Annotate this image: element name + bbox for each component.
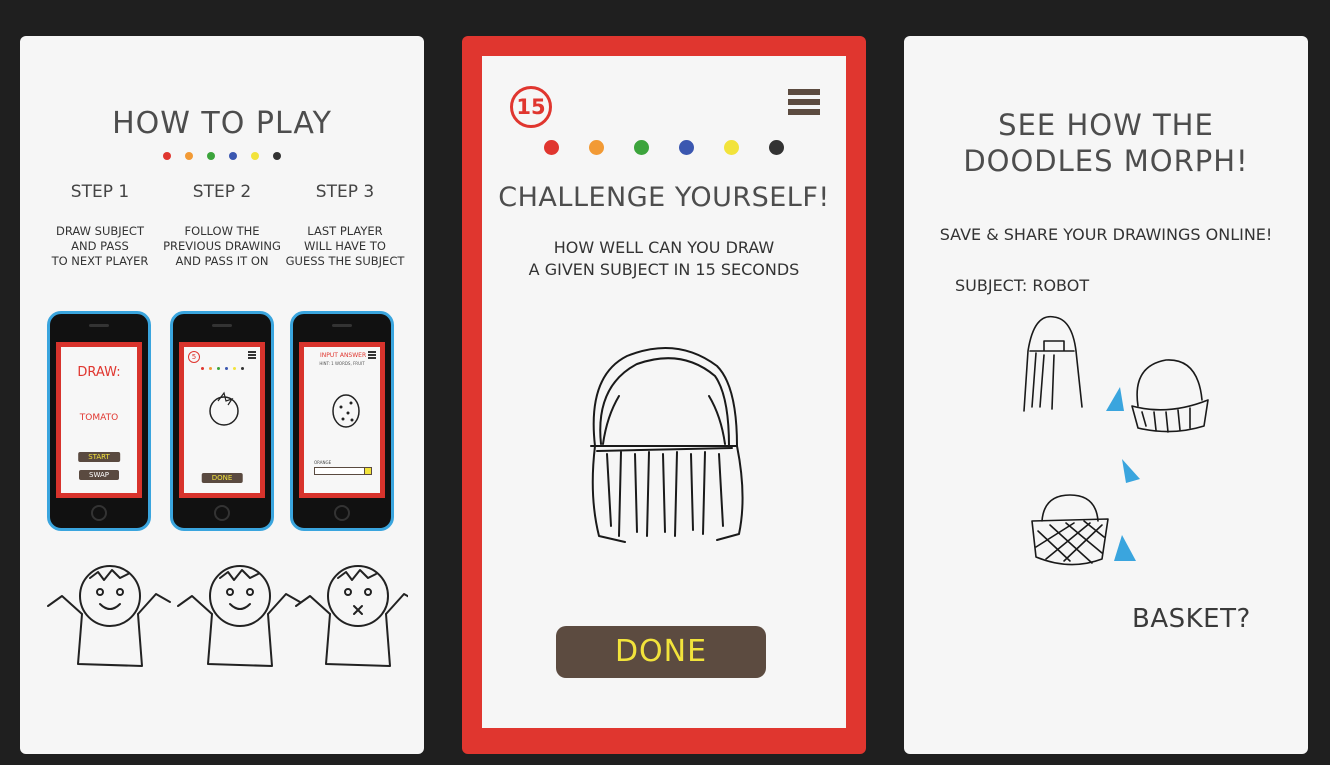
- draw-label: DRAW:: [77, 365, 121, 380]
- color-palette: [482, 140, 846, 155]
- color-dot: [251, 152, 259, 160]
- color-orange-swatch[interactable]: [589, 140, 604, 155]
- phone-home-button: [334, 505, 350, 521]
- step-2-line: AND PASS IT ON: [175, 254, 269, 268]
- timer-badge: 15: [510, 86, 552, 128]
- submit-arrow-icon[interactable]: [364, 468, 371, 474]
- step-1-line: DRAW SUBJECT: [56, 224, 144, 238]
- mini-color-dots: [184, 367, 260, 370]
- done-button[interactable]: DONE: [556, 626, 766, 678]
- step-3-text: LAST PLAYER WILL HAVE TO GUESS THE SUBJE…: [282, 224, 408, 269]
- color-green-swatch[interactable]: [634, 140, 649, 155]
- color-dot: [273, 152, 281, 160]
- color-dot: [224, 367, 228, 370]
- challenge-line-1: HOW WELL CAN YOU DRAW: [553, 238, 775, 257]
- swap-button[interactable]: SWAP: [79, 470, 119, 480]
- challenge-line-2: A GIVEN SUBJECT IN 15 SECONDS: [528, 260, 800, 279]
- color-blue-swatch[interactable]: [679, 140, 694, 155]
- color-dot: [232, 367, 236, 370]
- how-to-play-panel: HOW TO PLAY STEP 1 STEP 2 STEP 3 DRAW SU…: [20, 36, 424, 754]
- subject-text: SUBJECT: ROBOT: [955, 276, 1090, 295]
- drawing-canvas[interactable]: [577, 336, 757, 561]
- step-1-heading: STEP 1: [70, 182, 130, 202]
- step-1-text: DRAW SUBJECT AND PASS TO NEXT PLAYER: [37, 224, 163, 269]
- orange-doodle: [332, 394, 360, 428]
- morph-title-line-2: DOODLES MORPH!: [963, 144, 1249, 178]
- answer-input[interactable]: [314, 467, 372, 475]
- basket-doodle-1: [1131, 359, 1209, 433]
- phone-drawing-screen: 5 DONE: [170, 311, 274, 531]
- challenge-title: CHALLENGE YOURSELF!: [498, 182, 830, 213]
- step-3-line: WILL HAVE TO: [304, 239, 386, 253]
- guess-answer: BASKET?: [1132, 604, 1251, 634]
- doodle-characters: [47, 565, 408, 667]
- morph-arrow: [1114, 535, 1136, 561]
- mini-done-button[interactable]: DONE: [201, 473, 243, 483]
- color-dots: [20, 152, 424, 160]
- basket-doodle-2: [1031, 494, 1109, 566]
- color-red-swatch[interactable]: [544, 140, 559, 155]
- morph-arrow: [1106, 387, 1124, 411]
- mini-menu-icon: [248, 351, 256, 359]
- step-3-heading: STEP 3: [315, 182, 375, 202]
- step-1-line: TO NEXT PLAYER: [51, 254, 149, 268]
- color-dot: [207, 152, 215, 160]
- challenge-panel: 15 CHALLENGE YOURSELF! HOW WELL CAN YOU …: [462, 36, 866, 754]
- color-yellow-swatch[interactable]: [724, 140, 739, 155]
- doodle-character-happy: [177, 565, 301, 667]
- morph-title-line-1: SEE HOW THE: [998, 108, 1214, 142]
- doodles-morph-panel: SEE HOW THE DOODLES MORPH! SAVE & SHARE …: [904, 36, 1308, 754]
- how-to-play-title: HOW TO PLAY: [112, 106, 332, 141]
- color-dot: [229, 152, 237, 160]
- phone-camera: [212, 324, 232, 327]
- answer-hint: HINT: 1 WORDS, FRUIT: [319, 361, 365, 366]
- step-1-line: AND PASS: [71, 239, 129, 253]
- step-2-heading: STEP 2: [192, 182, 252, 202]
- tomato-doodle: [209, 391, 239, 426]
- robot-doodle: [1023, 315, 1083, 412]
- color-black-swatch[interactable]: [769, 140, 784, 155]
- start-button[interactable]: START: [78, 452, 120, 462]
- phone-home-button: [214, 505, 230, 521]
- step-3-line: GUESS THE SUBJECT: [285, 254, 405, 268]
- color-dot: [240, 367, 244, 370]
- step-2-text: FOLLOW THE PREVIOUS DRAWING AND PASS IT …: [159, 224, 285, 269]
- morph-sequence: [1023, 315, 1209, 566]
- color-dot: [185, 152, 193, 160]
- doodle-character-happy: [47, 565, 171, 667]
- color-dot: [208, 367, 212, 370]
- step-2-line: PREVIOUS DRAWING: [163, 239, 281, 253]
- step-3-line: LAST PLAYER: [307, 224, 383, 238]
- color-dot: [163, 152, 171, 160]
- answer-field-label: ORANGE: [314, 460, 332, 465]
- challenge-screen: 15 CHALLENGE YOURSELF! HOW WELL CAN YOU …: [482, 56, 846, 728]
- save-share-text: SAVE & SHARE YOUR DRAWINGS ONLINE!: [939, 225, 1273, 244]
- phone-camera: [332, 324, 352, 327]
- doodle-character-surprised: [295, 565, 408, 667]
- phone-home-button: [91, 505, 107, 521]
- morph-arrow: [1122, 459, 1140, 483]
- mini-menu-icon: [368, 351, 376, 359]
- phone-camera: [89, 324, 109, 327]
- step-2-line: FOLLOW THE: [184, 224, 260, 238]
- phone-draw-screen: DRAW: TOMATO START SWAP: [47, 311, 151, 531]
- menu-icon[interactable]: [788, 89, 820, 119]
- mini-timer: 5: [188, 351, 200, 363]
- color-dot: [200, 367, 204, 370]
- phone-answer-screen: INPUT ANSWER HINT: 1 WORDS, FRUIT ORANGE: [290, 311, 394, 531]
- subject-label: TOMATO: [79, 413, 119, 423]
- color-dot: [216, 367, 220, 370]
- input-answer-label: INPUT ANSWER: [320, 352, 367, 359]
